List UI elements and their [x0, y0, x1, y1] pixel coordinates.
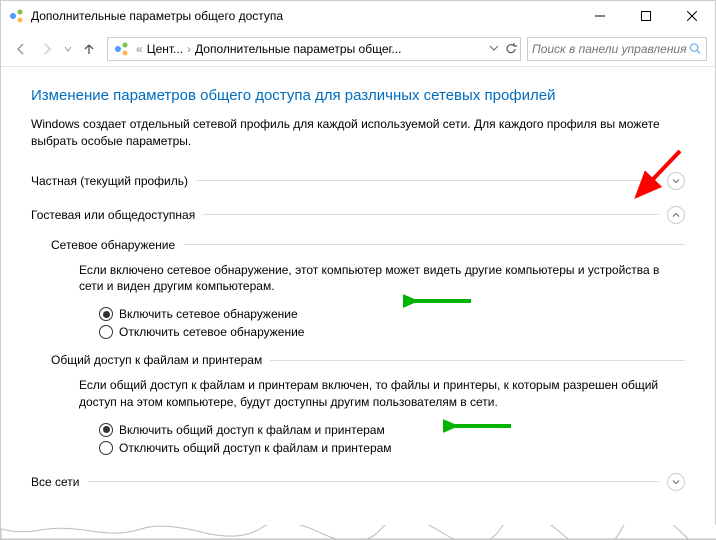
up-button[interactable]	[77, 37, 101, 61]
content-area: Изменение параметров общего доступа для …	[1, 67, 715, 523]
subsection-network-discovery: Сетевое обнаружение Если включено сетево…	[51, 238, 685, 340]
divider	[203, 214, 659, 215]
maximize-button[interactable]	[623, 1, 669, 31]
address-bar[interactable]: « Цент... › Дополнительные параметры общ…	[107, 37, 521, 61]
breadcrumb-sep: «	[134, 42, 145, 56]
subsection-description: Если включено сетевое обнаружение, этот …	[79, 262, 685, 296]
refresh-icon[interactable]	[504, 42, 518, 56]
chevron-down-icon[interactable]	[667, 172, 685, 190]
navbar: « Цент... › Дополнительные параметры общ…	[1, 31, 715, 67]
search-icon[interactable]	[689, 42, 702, 56]
subsection-title: Сетевое обнаружение	[51, 238, 175, 252]
search-input[interactable]	[532, 42, 689, 56]
network-icon	[9, 8, 25, 24]
radio-icon	[99, 325, 113, 339]
section-title: Все сети	[31, 475, 80, 489]
divider	[183, 244, 685, 245]
subsection-title: Общий доступ к файлам и принтерам	[51, 353, 262, 367]
radio-network-discovery-off[interactable]: Отключить сетевое обнаружение	[99, 325, 685, 339]
section-header-guest[interactable]: Гостевая или общедоступная	[31, 202, 685, 228]
section-guest: Гостевая или общедоступная Сетевое обнар…	[31, 202, 685, 455]
window-title: Дополнительные параметры общего доступа	[31, 9, 577, 23]
divider	[88, 481, 660, 482]
breadcrumb-part[interactable]: Цент...	[145, 42, 185, 56]
breadcrumb-sep: ›	[185, 42, 193, 56]
section-header-private[interactable]: Частная (текущий профиль)	[31, 168, 685, 194]
radio-label: Включить сетевое обнаружение	[119, 307, 298, 321]
chevron-down-icon[interactable]	[667, 473, 685, 491]
section-header-all[interactable]: Все сети	[31, 469, 685, 495]
titlebar: Дополнительные параметры общего доступа	[1, 1, 715, 31]
network-icon	[114, 41, 130, 57]
divider	[270, 360, 685, 361]
close-button[interactable]	[669, 1, 715, 31]
radio-network-discovery-on[interactable]: Включить сетевое обнаружение	[99, 307, 685, 321]
radio-group-network-discovery: Включить сетевое обнаружение Отключить с…	[99, 307, 685, 339]
search-box[interactable]	[527, 37, 707, 61]
section-title: Гостевая или общедоступная	[31, 208, 195, 222]
back-button[interactable]	[9, 37, 33, 61]
section-title: Частная (текущий профиль)	[31, 174, 188, 188]
chevron-down-icon[interactable]	[488, 42, 500, 54]
radio-icon	[99, 441, 113, 455]
subsection-file-sharing: Общий доступ к файлам и принтерам Если о…	[51, 353, 685, 455]
forward-button[interactable]	[35, 37, 59, 61]
breadcrumb-part[interactable]: Дополнительные параметры общег...	[193, 42, 403, 56]
recent-dropdown[interactable]	[61, 37, 75, 61]
radio-icon	[99, 423, 113, 437]
radio-file-sharing-off[interactable]: Отключить общий доступ к файлам и принте…	[99, 441, 685, 455]
radio-label: Включить общий доступ к файлам и принтер…	[119, 423, 385, 437]
radio-label: Отключить общий доступ к файлам и принте…	[119, 441, 392, 455]
page-description: Windows создает отдельный сетевой профил…	[31, 116, 685, 150]
radio-group-file-sharing: Включить общий доступ к файлам и принтер…	[99, 423, 685, 455]
torn-edge	[1, 525, 716, 539]
section-all-networks: Все сети	[31, 469, 685, 495]
page-title: Изменение параметров общего доступа для …	[31, 87, 685, 104]
radio-icon	[99, 307, 113, 321]
radio-file-sharing-on[interactable]: Включить общий доступ к файлам и принтер…	[99, 423, 685, 437]
minimize-button[interactable]	[577, 1, 623, 31]
divider	[196, 180, 659, 181]
section-private: Частная (текущий профиль)	[31, 168, 685, 194]
radio-label: Отключить сетевое обнаружение	[119, 325, 304, 339]
chevron-up-icon[interactable]	[667, 206, 685, 224]
subsection-description: Если общий доступ к файлам и принтерам в…	[79, 377, 685, 411]
